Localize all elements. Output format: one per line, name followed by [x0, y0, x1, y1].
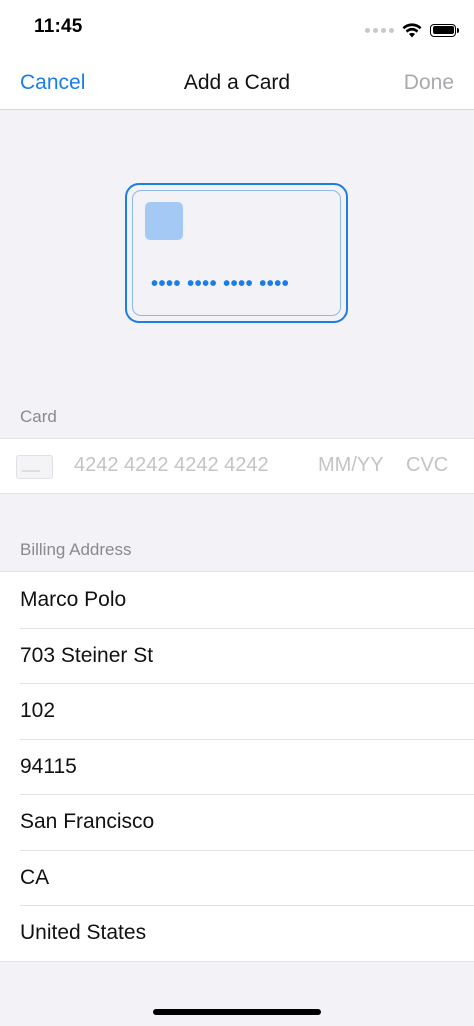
billing-section-header: Billing Address — [20, 540, 132, 559]
billing-zip-value: 94115 — [20, 754, 77, 778]
battery-icon — [430, 23, 459, 37]
billing-country-field[interactable]: United States — [0, 905, 474, 961]
navigation-bar: Cancel Add a Card Done — [0, 58, 474, 110]
billing-country-value: United States — [20, 921, 147, 944]
billing-state-field[interactable]: CA — [0, 849, 474, 906]
card-chip-icon — [145, 202, 183, 240]
billing-city-field[interactable]: San Francisco — [0, 794, 474, 850]
billing-name-value: Marco Polo — [20, 588, 127, 611]
status-time: 11:45 — [34, 16, 83, 37]
status-bar: 11:45 — [0, 0, 474, 58]
wifi-icon — [402, 22, 422, 37]
billing-unit-value: 102 — [20, 699, 56, 722]
card-cvc-input[interactable]: CVC — [406, 454, 448, 477]
billing-address-list: Marco Polo 703 Steiner St 102 94115 San … — [0, 571, 474, 962]
billing-state-value: CA — [20, 865, 50, 889]
billing-city-value: San Francisco — [20, 810, 155, 833]
card-number-mask: •••• •••• •••• •••• — [151, 273, 290, 295]
status-icons — [365, 20, 459, 40]
card-input-row: 4242 4242 4242 4242 MM/YY CVC — [0, 438, 474, 494]
card-number-input[interactable]: 4242 4242 4242 4242 — [74, 454, 269, 477]
home-indicator[interactable] — [153, 1009, 321, 1015]
billing-zip-field[interactable]: 94115 — [0, 738, 474, 795]
billing-name-field[interactable]: Marco Polo — [0, 572, 474, 628]
done-button[interactable]: Done — [404, 71, 454, 95]
card-expiry-input[interactable]: MM/YY — [318, 454, 384, 477]
card-section-header: Card — [20, 407, 57, 426]
billing-unit-field[interactable]: 102 — [0, 683, 474, 739]
billing-street-field[interactable]: 703 Steiner St — [0, 627, 474, 684]
billing-street-value: 703 Steiner St — [20, 643, 154, 667]
card-brand-icon — [16, 455, 53, 479]
cellular-signal-icon — [365, 27, 394, 33]
